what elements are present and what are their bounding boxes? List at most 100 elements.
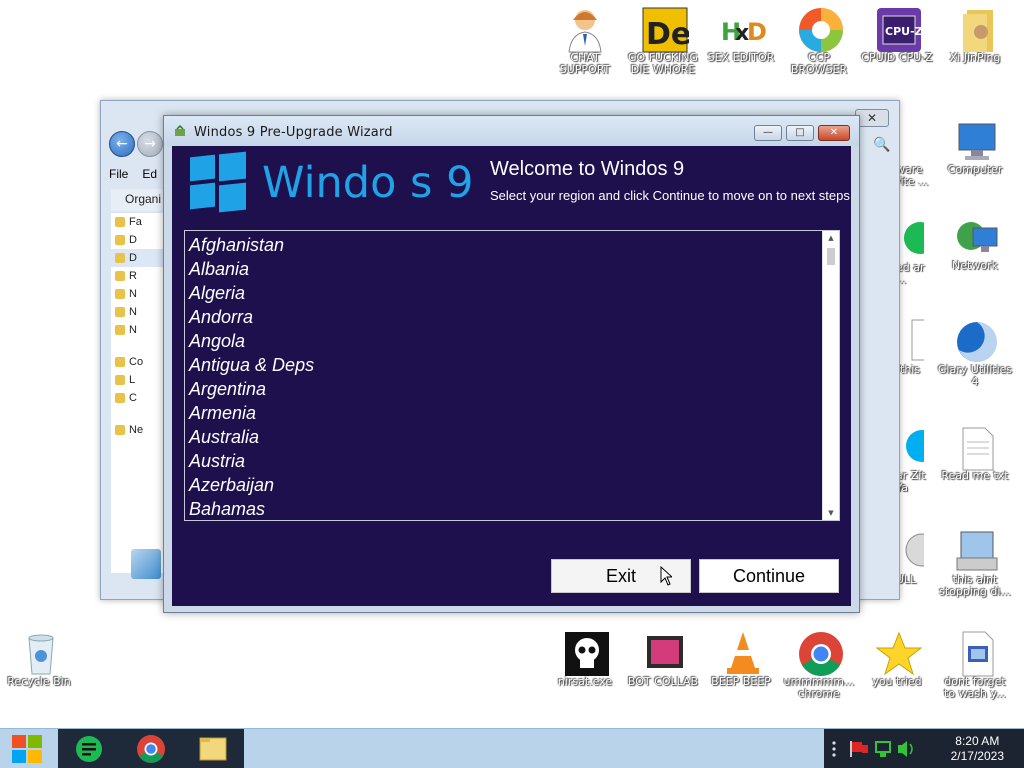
start-button[interactable] (0, 729, 56, 768)
text-file-icon (953, 424, 997, 471)
desktop-icon-chat-support[interactable]: CHAT SUPPORT (547, 6, 623, 76)
desktop-icon-label: GO FUCKING DIE WHORE (628, 51, 698, 76)
region-list: Afghanistan Albania Algeria Andorra Angola An… (185, 231, 839, 520)
region-option[interactable]: Afghanistan (189, 233, 839, 257)
desktop-icon-glary[interactable]: Glary Utilities 4 (937, 318, 1013, 388)
scroll-up-arrow-icon[interactable]: ▲ (823, 231, 839, 245)
svg-text:D: D (747, 18, 767, 46)
scroll-thumb[interactable] (827, 248, 835, 265)
program-installer-icon (953, 528, 998, 572)
explorer-close-button[interactable]: ✕ (855, 109, 889, 127)
glary-utilities-icon (953, 318, 998, 362)
star-icon (875, 630, 923, 676)
desktop-icon-dont-forget[interactable]: dont forget to wash y... (937, 630, 1013, 700)
desktop-icon-bot-collab[interactable]: BOT COLLAB (625, 630, 701, 688)
desktop-icon-label: CCP BROWSER (790, 51, 848, 76)
welcome-heading: Welcome to Windos 9 (490, 158, 685, 180)
maximize-button[interactable]: □ (786, 125, 814, 141)
desktop-icon-chrome[interactable]: ummmmm... chrome (781, 630, 857, 700)
region-option[interactable]: Bahamas (189, 497, 839, 520)
desktop-icon-network[interactable]: Network (937, 214, 1013, 272)
computer-icon (953, 118, 997, 162)
region-option[interactable]: Antigua & Deps (189, 353, 839, 377)
wizard-title: Windos 9 Pre-Upgrade Wizard (194, 125, 393, 140)
browser-swirl-icon (797, 6, 843, 52)
continue-button[interactable]: Continue (699, 559, 839, 593)
menu-file[interactable]: File (109, 167, 128, 181)
windos-logo: Windo s 9 (190, 151, 480, 214)
region-option[interactable]: Azerbaijan (189, 473, 839, 497)
desktop-icon-label: CHAT SUPPORT (559, 51, 611, 76)
desktop-icon-nirsat[interactable]: nirsat.exe (547, 630, 623, 688)
taskbar-app-chrome[interactable] (120, 729, 182, 768)
desktop-icon-computer[interactable]: Computer (937, 118, 1013, 176)
network-icon (953, 214, 998, 258)
explorer-menubar: File Ed (109, 167, 169, 183)
scroll-down-arrow-icon[interactable]: ▼ (823, 506, 839, 520)
notes-app-icon (76, 736, 102, 762)
clock-time: 8:20 AM (955, 734, 1000, 748)
region-option[interactable]: Armenia (189, 401, 839, 425)
chrome-icon (137, 735, 165, 763)
mouse-cursor-icon (660, 566, 672, 586)
desktop-icon-this-aint-stopping[interactable]: this aint stopping di... (937, 528, 1013, 598)
listbox-scrollbar[interactable]: ▲ ▼ (822, 231, 839, 520)
vlc-cone-icon (719, 630, 763, 674)
desktop-icon-read-me[interactable]: Read me txt (937, 424, 1013, 482)
recycle-bin-icon (17, 630, 61, 675)
windows-start-icon (12, 735, 42, 763)
region-option[interactable]: Algeria (189, 281, 839, 305)
wizard-client-area: Windo s 9 Welcome to Windos 9 Select you… (172, 146, 851, 606)
chat-support-icon (563, 6, 607, 53)
desktop-icon-xi-jinping[interactable]: Xi JinPing (937, 6, 1013, 64)
forward-arrow-icon[interactable]: → (137, 131, 163, 157)
taskbar-app-notes[interactable] (58, 729, 120, 768)
region-option[interactable]: Angola (189, 329, 839, 353)
region-option[interactable]: Argentina (189, 377, 839, 401)
desktop-icon-beep-beep[interactable]: BEEP BEEP (703, 630, 779, 688)
desktop-icon-cpuz[interactable]: CPU-Z CPUID CPU-Z (859, 6, 935, 64)
hxd-icon: HxD (719, 6, 767, 50)
organize-button[interactable]: Organi (111, 189, 171, 211)
desktop-icon-label: this aint stopping di... (939, 573, 1011, 598)
upgrade-wizard-window: Windos 9 Pre-Upgrade Wizard — □ ✕ Windo … (163, 115, 860, 613)
region-listbox[interactable]: Afghanistan Albania Algeria Andorra Angola An… (184, 230, 840, 521)
minimize-button[interactable]: — (754, 125, 782, 141)
search-icon[interactable]: 🔍 (871, 137, 893, 159)
folder-icon (199, 737, 227, 761)
logo-text: Windo s 9 (262, 158, 474, 208)
wizard-app-icon (175, 125, 185, 136)
welcome-subtitle: Select your region and click Continue to… (490, 188, 850, 203)
desktop-icon-recycle-bin[interactable]: Recycle Bin (1, 630, 77, 688)
close-button[interactable]: ✕ (818, 125, 850, 141)
region-option[interactable]: Australia (189, 425, 839, 449)
cpuz-icon: CPU-Z (875, 6, 923, 52)
taskbar: 8:20 AM 2/17/2023 (0, 728, 1024, 768)
chrome-icon (797, 630, 843, 676)
taskbar-app-explorer[interactable] (182, 729, 244, 768)
windows-logo-icon (190, 151, 246, 213)
skull-icon (563, 630, 609, 676)
region-option[interactable]: Austria (189, 449, 839, 473)
video-editor-icon (641, 630, 685, 674)
dependency-walker-icon: De (641, 6, 691, 53)
desktop-icon-label: dont forget to wash y... (944, 675, 1006, 700)
region-option[interactable]: Albania (189, 257, 839, 281)
menu-edit[interactable]: Ed (142, 167, 157, 181)
desktop-icon-ccp-browser[interactable]: CCP BROWSER (781, 6, 857, 76)
wizard-titlebar[interactable]: Windos 9 Pre-Upgrade Wizard — □ ✕ (164, 116, 859, 146)
explorer-nav: ← → (109, 131, 165, 157)
sync-icon (131, 549, 161, 579)
system-tray: 8:20 AM 2/17/2023 (824, 729, 1024, 768)
desktop-icon-sex-editor[interactable]: HxD SEX EDITOR (703, 6, 779, 64)
desktop-icon-label: Glary Utilities 4 (937, 363, 1013, 388)
region-option[interactable]: Andorra (189, 305, 839, 329)
svg-text:De: De (646, 17, 689, 52)
folder-icon (953, 6, 997, 52)
desktop-icon-go-die[interactable]: De GO FUCKING DIE WHORE (625, 6, 701, 76)
back-arrow-icon[interactable]: ← (109, 131, 135, 157)
desktop-icon-you-tried[interactable]: you tried (859, 630, 935, 688)
batch-file-icon (953, 630, 997, 677)
taskbar-clock[interactable]: 8:20 AM 2/17/2023 (951, 734, 1004, 764)
desktop-icon-label: ummmmm... chrome (783, 675, 855, 700)
